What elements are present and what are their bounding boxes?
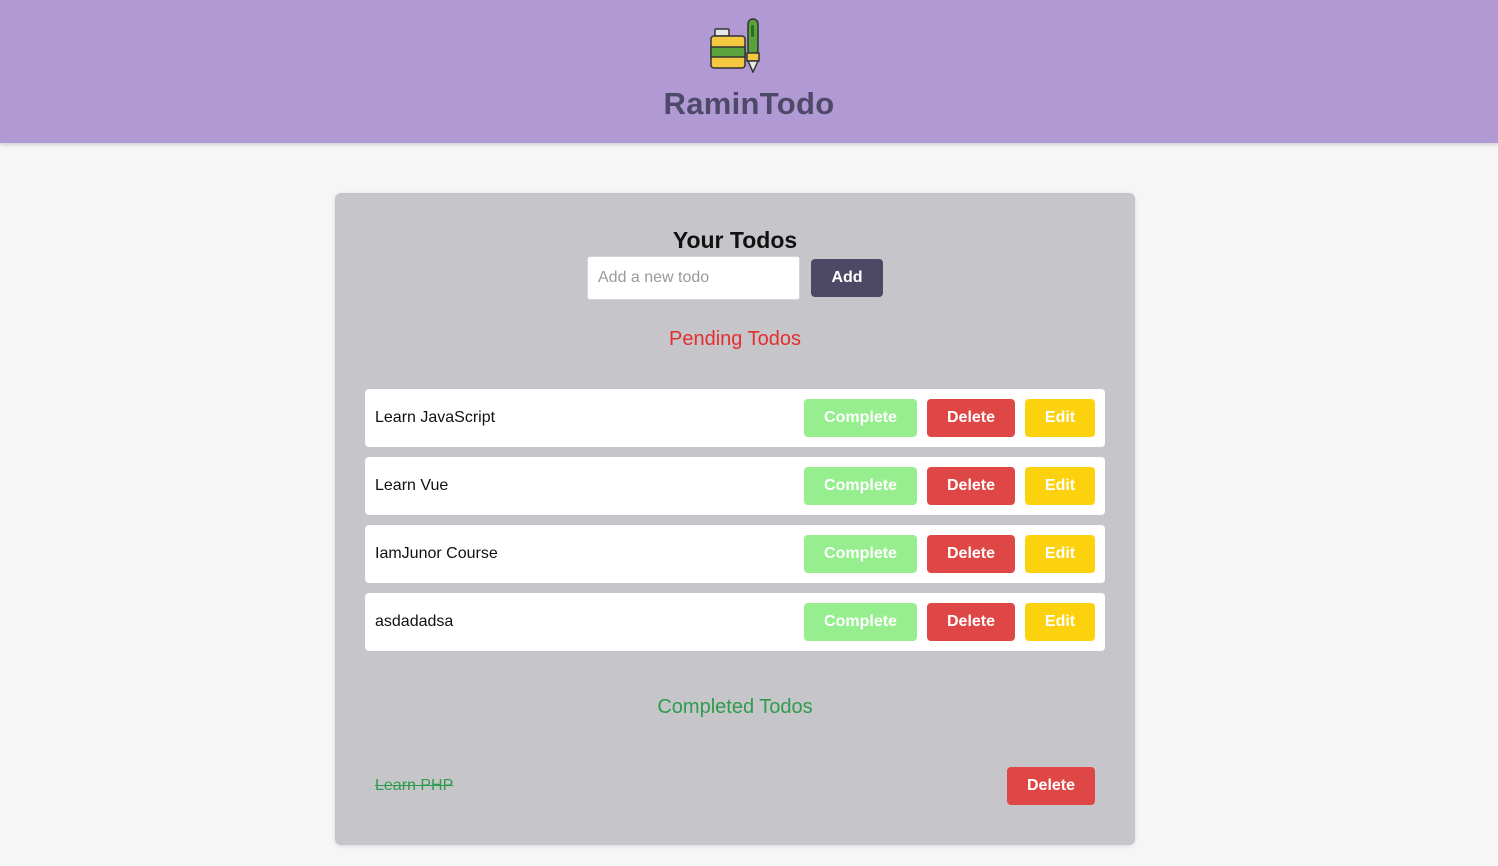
todo-card: Your Todos Add Pending Todos Learn JavaS… (335, 193, 1135, 845)
edit-button[interactable]: Edit (1025, 535, 1095, 573)
completed-todo-item: Learn PHP Delete (365, 757, 1105, 815)
delete-button[interactable]: Delete (927, 603, 1015, 641)
pending-todos-title: Pending Todos (669, 328, 801, 350)
pending-todo-item: asdadadsa Complete Delete Edit (365, 593, 1105, 651)
completed-todo-text: Learn PHP (375, 777, 454, 794)
complete-button[interactable]: Complete (804, 399, 917, 437)
new-todo-input[interactable] (587, 256, 800, 300)
pending-todo-item: Learn JavaScript Complete Delete Edit (365, 389, 1105, 447)
complete-button[interactable]: Complete (804, 535, 917, 573)
edit-button[interactable]: Edit (1025, 467, 1095, 505)
add-todo-button[interactable]: Add (811, 259, 883, 297)
completed-todos-title: Completed Todos (657, 696, 813, 718)
complete-button[interactable]: Complete (804, 603, 917, 641)
pending-todo-item: IamJunor Course Complete Delete Edit (365, 525, 1105, 583)
ink-pen-icon (710, 18, 760, 73)
delete-button[interactable]: Delete (927, 535, 1015, 573)
edit-button[interactable]: Edit (1025, 399, 1095, 437)
complete-button[interactable]: Complete (804, 467, 917, 505)
delete-button[interactable]: Delete (927, 399, 1015, 437)
edit-button[interactable]: Edit (1025, 603, 1095, 641)
app-title: RaminTodo (663, 86, 835, 121)
pending-todo-item: Learn Vue Complete Delete Edit (365, 457, 1105, 515)
todo-text: Learn JavaScript (375, 409, 496, 426)
app-header: RaminTodo (0, 0, 1498, 143)
todo-text: asdadadsa (375, 613, 454, 630)
todo-text: Learn Vue (375, 477, 449, 494)
todo-text: IamJunor Course (375, 545, 498, 562)
delete-button[interactable]: Delete (1007, 767, 1095, 805)
delete-button[interactable]: Delete (927, 467, 1015, 505)
page-title: Your Todos (672, 227, 798, 253)
